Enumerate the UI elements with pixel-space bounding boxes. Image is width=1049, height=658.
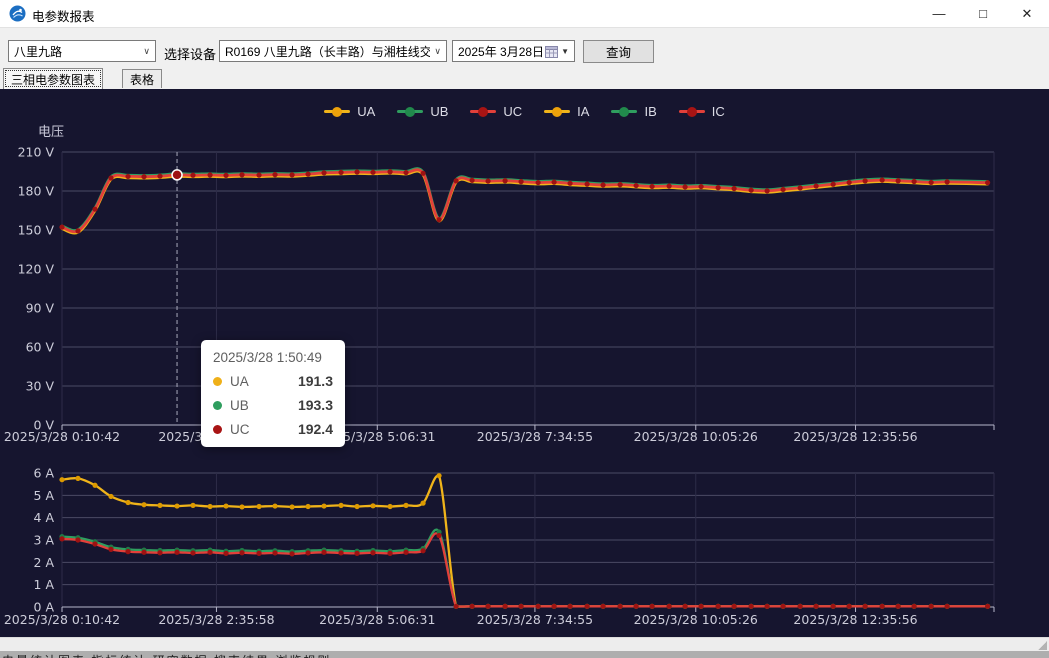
- legend-item-ua[interactable]: UA: [324, 104, 375, 119]
- device-select-value: R0169 八里九路（长丰路）与湘桂线交: [225, 43, 430, 60]
- svg-text:90 V: 90 V: [26, 301, 55, 316]
- legend-item-ub[interactable]: UB: [397, 104, 448, 119]
- window-title: 电参数报表: [32, 6, 95, 25]
- svg-text:60 V: 60 V: [26, 340, 55, 355]
- legend-label: UC: [503, 104, 522, 119]
- voltage-chart-title: 电压: [38, 121, 64, 140]
- legend-label: UA: [357, 104, 375, 119]
- resize-grip-icon[interactable]: [1038, 641, 1047, 650]
- area-select[interactable]: 八里九路 ∨: [8, 40, 156, 62]
- svg-text:120 V: 120 V: [18, 262, 55, 277]
- legend-marker-icon: [611, 107, 637, 117]
- legend-item-uc[interactable]: UC: [470, 104, 522, 119]
- chart-panel: 210 V180 V150 V120 V90 V60 V30 V0 V2025/…: [0, 89, 1049, 637]
- app-icon: [9, 5, 26, 22]
- svg-text:4 A: 4 A: [34, 510, 55, 525]
- legend-marker-icon: [397, 107, 423, 117]
- svg-text:5 A: 5 A: [34, 488, 55, 503]
- tooltip-row-ub: UB 193.3: [213, 397, 333, 413]
- background-window-text: 电量统计图表 指标统计 研究数据 搜索结果 浏览规则: [2, 652, 331, 658]
- svg-text:2025/3/28 7:34:55: 2025/3/28 7:34:55: [477, 612, 593, 627]
- svg-text:1 A: 1 A: [34, 577, 55, 592]
- legend-label: IB: [644, 104, 656, 119]
- svg-text:2 A: 2 A: [34, 555, 55, 570]
- svg-text:2025/3/28 12:35:56: 2025/3/28 12:35:56: [793, 429, 917, 444]
- area-select-value: 八里九路: [14, 43, 62, 60]
- tooltip-label: UB: [230, 398, 249, 413]
- legend-marker-icon: [324, 107, 350, 117]
- ub-dot-icon: [213, 401, 222, 410]
- tab-three-phase-chart[interactable]: 三相电参数图表: [3, 68, 103, 89]
- svg-text:180 V: 180 V: [18, 184, 55, 199]
- tooltip-value: 193.3: [298, 397, 333, 413]
- svg-text:2025/3/28 10:05:26: 2025/3/28 10:05:26: [634, 429, 758, 444]
- tooltip-value: 191.3: [298, 373, 333, 389]
- ua-dot-icon: [213, 377, 222, 386]
- svg-text:2025/3/28 0:10:42: 2025/3/28 0:10:42: [4, 612, 120, 627]
- tooltip-timestamp: 2025/3/28 1:50:49: [213, 350, 333, 365]
- svg-text:2025/3/28 7:34:55: 2025/3/28 7:34:55: [477, 429, 593, 444]
- device-select[interactable]: R0169 八里九路（长丰路）与湘桂线交 ∨: [219, 40, 447, 62]
- tab-table[interactable]: 表格: [122, 69, 162, 88]
- tooltip-label: UA: [230, 374, 249, 389]
- svg-text:6 A: 6 A: [34, 466, 55, 481]
- legend-marker-icon: [544, 107, 570, 117]
- legend-label: IC: [712, 104, 725, 119]
- device-label: 选择设备: [164, 44, 216, 63]
- charts-canvas[interactable]: 210 V180 V150 V120 V90 V60 V30 V0 V2025/…: [0, 89, 1049, 637]
- svg-text:150 V: 150 V: [18, 223, 55, 238]
- svg-text:2025/3/28 12:35:56: 2025/3/28 12:35:56: [793, 612, 917, 627]
- calendar-icon: [545, 45, 558, 58]
- svg-text:2025/3/28 10:05:26: 2025/3/28 10:05:26: [634, 612, 758, 627]
- date-picker[interactable]: 2025年 3月28日 ▼: [452, 40, 575, 62]
- legend-item-ia[interactable]: IA: [544, 104, 589, 119]
- svg-text:2025/3/28 5:06:31: 2025/3/28 5:06:31: [319, 612, 435, 627]
- legend-label: UB: [430, 104, 448, 119]
- legend-marker-icon: [470, 107, 496, 117]
- svg-text:30 V: 30 V: [26, 379, 55, 394]
- background-window-edge: 电量统计图表 指标统计 研究数据 搜索结果 浏览规则: [0, 651, 1049, 658]
- svg-text:210 V: 210 V: [18, 145, 55, 160]
- legend-marker-icon: [679, 107, 705, 117]
- uc-dot-icon: [213, 425, 222, 434]
- chart-legend: UA UB UC IA IB IC: [0, 104, 1049, 119]
- date-picker-value: 2025年 3月28日: [458, 43, 544, 60]
- tooltip-value: 192.4: [298, 421, 333, 437]
- title-bar: 电参数报表 — □ ✕: [0, 0, 1049, 28]
- maximize-button[interactable]: □: [961, 0, 1005, 27]
- legend-item-ic[interactable]: IC: [679, 104, 725, 119]
- status-bar: [0, 637, 1049, 652]
- svg-text:2025/3/28 0:10:42: 2025/3/28 0:10:42: [4, 429, 120, 444]
- tooltip-label: UC: [230, 422, 250, 437]
- svg-text:2025/3/28 2:35:58: 2025/3/28 2:35:58: [158, 612, 274, 627]
- minimize-button[interactable]: —: [917, 0, 961, 27]
- chevron-down-icon: ∨: [430, 46, 441, 57]
- query-button[interactable]: 查询: [583, 40, 654, 63]
- tab-strip: 三相电参数图表 表格: [0, 68, 1049, 89]
- legend-item-ib[interactable]: IB: [611, 104, 656, 119]
- svg-text:3 A: 3 A: [34, 533, 55, 548]
- chart-tooltip: 2025/3/28 1:50:49 UA 191.3 UB 193.3 UC 1…: [201, 340, 345, 447]
- toolbar: 八里九路 ∨ 选择设备 R0169 八里九路（长丰路）与湘桂线交 ∨ 2025年…: [0, 28, 1049, 68]
- dropdown-arrow-icon[interactable]: ▼: [561, 47, 569, 56]
- legend-label: IA: [577, 104, 589, 119]
- close-button[interactable]: ✕: [1005, 0, 1049, 27]
- tooltip-row-uc: UC 192.4: [213, 421, 333, 437]
- chevron-down-icon: ∨: [139, 46, 150, 57]
- tooltip-row-ua: UA 191.3: [213, 373, 333, 389]
